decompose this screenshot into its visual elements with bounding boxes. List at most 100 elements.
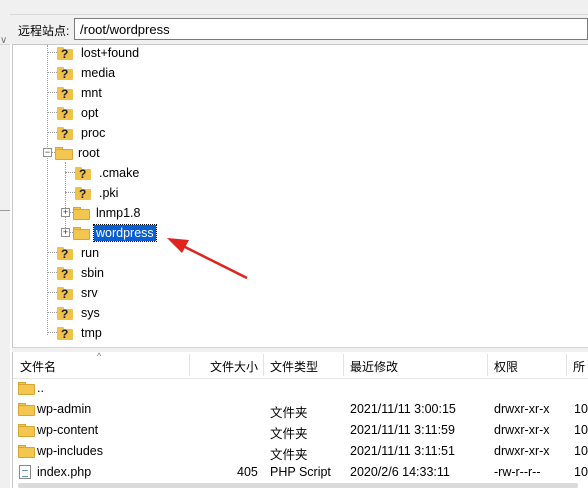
column-header-permissions[interactable]: 权限 xyxy=(494,358,518,375)
tree-item-lnmp[interactable]: lnmp1.8 xyxy=(73,203,142,223)
question-folder-icon: ? xyxy=(75,186,91,201)
column-divider[interactable] xyxy=(263,354,264,376)
column-header-modified[interactable]: 最近修改 xyxy=(350,358,398,375)
question-folder-icon: ? xyxy=(57,46,73,61)
tree-connector xyxy=(65,192,75,193)
tree-item-label: root xyxy=(78,146,100,160)
tree-item-label: media xyxy=(81,66,116,80)
horizontal-scrollbar[interactable] xyxy=(18,483,578,488)
file-modified: 2021/11/11 3:11:51 xyxy=(350,444,455,458)
tree-connector xyxy=(47,72,57,73)
tree-item-label: .pki xyxy=(99,186,119,200)
tree-connector xyxy=(47,272,57,273)
file-row[interactable]: wp-content 文件夹 2021/11/11 3:11:59 drwxr-… xyxy=(13,420,588,441)
tree-connector xyxy=(47,292,57,293)
tree-item-label: lost+found xyxy=(81,46,140,60)
tree-item-mnt[interactable]: ? mnt xyxy=(57,83,104,103)
column-header-filename[interactable]: 文件名 xyxy=(20,358,56,375)
sort-ascending-icon: ^ xyxy=(97,352,102,361)
tree-item-label: run xyxy=(81,246,100,260)
expand-toggle-icon[interactable]: + xyxy=(61,228,70,237)
folder-icon xyxy=(73,226,90,240)
file-size: 405 xyxy=(237,465,258,479)
file-permissions: drwxr-xr-x xyxy=(494,423,550,437)
remote-site-bar: 远程站点: /root/wordpress xyxy=(10,15,588,44)
remote-directory-tree[interactable]: ? lost+found ? media ? mnt ? opt ? proc … xyxy=(12,44,588,348)
file-name: wp-admin xyxy=(37,402,92,416)
tree-item-label: sys xyxy=(81,306,100,320)
tree-connector xyxy=(47,332,57,333)
file-permissions: -rw-r--r-- xyxy=(494,465,541,479)
file-row[interactable]: wp-admin 文件夹 2021/11/11 3:00:15 drwxr-xr… xyxy=(13,399,588,420)
folder-icon xyxy=(18,402,35,416)
file-type: PHP Script xyxy=(270,465,331,479)
column-header-filesize[interactable]: 文件大小 xyxy=(210,358,258,375)
tree-connector xyxy=(47,252,57,253)
tree-item-sbin[interactable]: ? sbin xyxy=(57,263,106,283)
tree-item-label: mnt xyxy=(81,86,102,100)
file-permissions: drwxr-xr-x xyxy=(494,402,550,416)
file-owner: 10 xyxy=(574,402,588,416)
file-name: wp-includes xyxy=(37,444,104,458)
tree-item-proc[interactable]: ? proc xyxy=(57,123,107,143)
column-header-owner[interactable]: 所 xyxy=(573,358,585,375)
tree-item-label: srv xyxy=(81,286,98,300)
question-folder-icon: ? xyxy=(57,246,73,261)
tree-item-tmp[interactable]: ? tmp xyxy=(57,323,104,343)
chevron-down-icon[interactable]: ∨ xyxy=(0,35,7,46)
column-header-filetype[interactable]: 文件类型 xyxy=(270,358,318,375)
tree-item-label: tmp xyxy=(81,326,102,340)
tree-item-pki[interactable]: ? .pki xyxy=(75,183,120,203)
file-owner: 10 xyxy=(574,465,588,479)
folder-icon xyxy=(73,206,90,220)
file-row[interactable]: wp-includes 文件夹 2021/11/11 3:11:51 drwxr… xyxy=(13,441,588,462)
tree-connector xyxy=(65,172,75,173)
tree-item-opt[interactable]: ? opt xyxy=(57,103,100,123)
tree-item-root[interactable]: root xyxy=(55,143,102,163)
file-list-header: ^ 文件名 文件大小 文件类型 最近修改 权限 所 xyxy=(13,352,588,379)
tree-item-label-selected: wordpress xyxy=(93,224,157,242)
remote-file-list[interactable]: ^ 文件名 文件大小 文件类型 最近修改 权限 所 .. wp-admin 文件… xyxy=(12,352,588,488)
file-type: 文件夹 xyxy=(270,406,308,420)
tree-item-run[interactable]: ? run xyxy=(57,243,101,263)
column-divider[interactable] xyxy=(487,354,488,376)
column-divider[interactable] xyxy=(343,354,344,376)
file-row-parent[interactable]: .. xyxy=(13,378,588,399)
remote-path-input[interactable]: /root/wordpress xyxy=(74,18,588,40)
question-folder-icon: ? xyxy=(75,166,91,181)
column-divider[interactable] xyxy=(189,354,190,376)
tree-connector xyxy=(47,52,57,53)
question-folder-icon: ? xyxy=(57,266,73,281)
remote-path-value: /root/wordpress xyxy=(80,22,170,37)
column-divider[interactable] xyxy=(566,354,567,376)
tree-item-cmake[interactable]: ? .cmake xyxy=(75,163,141,183)
local-pane-edge: ∨ xyxy=(0,0,10,488)
file-row[interactable]: index.php 405 PHP Script 2020/2/6 14:33:… xyxy=(13,462,588,483)
open-folder-icon xyxy=(55,146,73,160)
file-modified: 2021/11/11 3:11:59 xyxy=(350,423,455,437)
tree-item-lost-found[interactable]: ? lost+found xyxy=(57,45,141,63)
tree-item-label: opt xyxy=(81,106,99,120)
local-pane-header: ∨ xyxy=(0,14,10,46)
question-folder-icon: ? xyxy=(57,126,73,141)
file-modified: 2021/11/11 3:00:15 xyxy=(350,402,456,416)
collapse-toggle-icon[interactable]: − xyxy=(43,148,52,157)
file-type: 文件夹 xyxy=(270,448,308,462)
file-name: .. xyxy=(37,381,44,395)
tree-item-media[interactable]: ? media xyxy=(57,63,117,83)
expand-toggle-icon[interactable]: + xyxy=(61,208,70,217)
tree-connector xyxy=(47,92,57,93)
file-name: index.php xyxy=(37,465,92,479)
tree-connector xyxy=(47,132,57,133)
folder-icon xyxy=(18,381,35,395)
tree-item-wordpress[interactable]: wordpress xyxy=(73,223,157,243)
folder-icon xyxy=(18,444,35,458)
tree-item-sys[interactable]: ? sys xyxy=(57,303,102,323)
red-annotation-arrow-icon xyxy=(167,238,248,280)
file-owner: 10 xyxy=(574,444,588,458)
tree-item-srv[interactable]: ? srv xyxy=(57,283,100,303)
question-folder-icon: ? xyxy=(57,306,73,321)
question-folder-icon: ? xyxy=(57,286,73,301)
local-pane-splitter[interactable] xyxy=(0,210,10,211)
tree-connector xyxy=(47,312,57,313)
